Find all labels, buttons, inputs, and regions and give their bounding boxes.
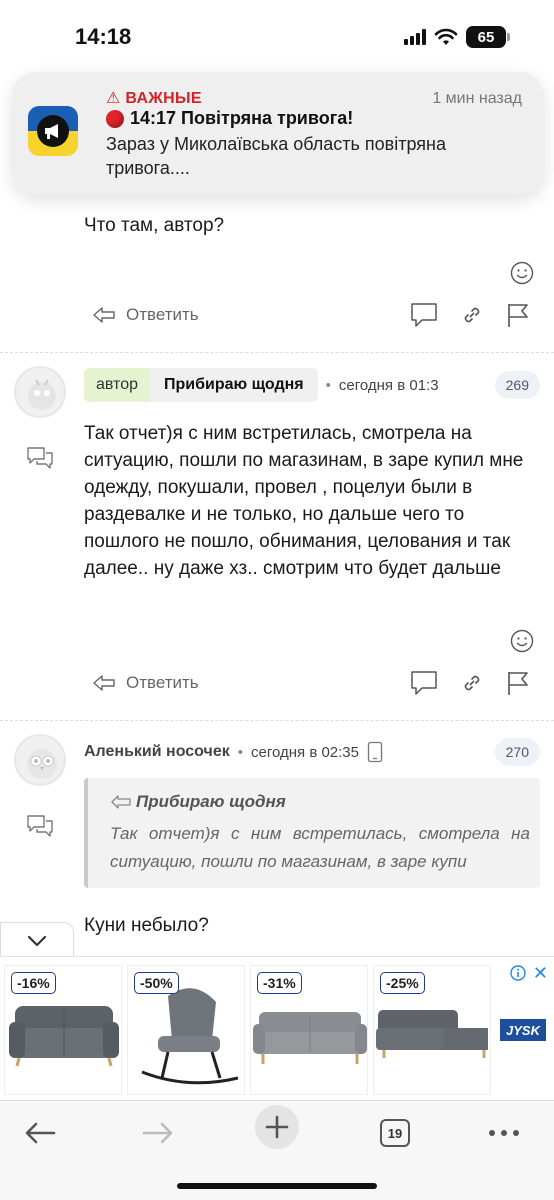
chevron-down-icon <box>27 935 47 946</box>
discount-badge: -16% <box>11 972 56 994</box>
emoji-reaction-icon[interactable] <box>510 629 534 653</box>
comment-timestamp: сегодня в 02:35 <box>251 743 359 761</box>
comment-text: Что там, автор? <box>84 215 225 236</box>
megaphone-icon <box>45 124 58 139</box>
ad-product-card[interactable]: -25% <box>373 965 491 1095</box>
new-tab-button[interactable] <box>253 1105 301 1149</box>
ad-product-card[interactable]: -16% <box>4 965 122 1095</box>
discount-badge: -50% <box>134 972 179 994</box>
comment-divider <box>0 720 554 721</box>
ad-info-icon[interactable] <box>510 965 526 981</box>
emoji-reaction-icon[interactable] <box>510 261 534 285</box>
comment-author[interactable]: Аленький носочек <box>84 743 230 761</box>
comment-icon[interactable] <box>410 302 438 328</box>
warning-icon: ⚠ <box>106 90 121 107</box>
owl-avatar-icon <box>27 749 57 779</box>
forward-button[interactable] <box>134 1113 182 1153</box>
mobile-device-icon <box>367 741 383 763</box>
ad-product-card[interactable]: -50% <box>127 965 245 1095</box>
push-notification[interactable]: ⚠ ВАЖНЫЕ 1 мин назад 14:17 Повітряна три… <box>12 72 544 194</box>
wifi-icon <box>434 28 458 45</box>
flag-icon[interactable] <box>506 302 530 328</box>
cellular-signal-icon <box>404 29 426 45</box>
comment-timestamp: сегодня в 01:3 <box>338 376 439 394</box>
status-time: 14:18 <box>75 24 132 49</box>
brand-logo[interactable]: JYSK <box>500 1019 546 1041</box>
link-icon[interactable] <box>460 671 484 695</box>
arrow-right-icon <box>142 1122 173 1144</box>
reply-button[interactable]: Ответить <box>92 673 199 693</box>
quote-author: Прибираю щодня <box>136 792 286 811</box>
bug-avatar-icon <box>28 379 56 410</box>
red-circle-icon <box>106 109 124 128</box>
link-icon[interactable] <box>460 303 484 327</box>
air-raid-alert-app-icon <box>28 106 78 156</box>
discount-badge: -31% <box>257 972 302 994</box>
arrow-left-icon <box>25 1122 56 1144</box>
battery-indicator: 65 <box>466 26 510 48</box>
quote-text: Так отчет)я с ним встретилась, смотрела … <box>110 824 530 871</box>
reply-arrow-icon <box>93 307 115 323</box>
comment-number[interactable]: 270 <box>494 738 540 766</box>
notification-title: 14:17 Повітряна тривога! <box>106 108 353 129</box>
collapse-ad-button[interactable] <box>0 922 74 958</box>
back-button[interactable] <box>16 1113 64 1153</box>
avatar[interactable] <box>14 366 66 418</box>
discount-badge: -25% <box>380 972 425 994</box>
status-bar: 14:18 65 <box>0 0 554 78</box>
tabs-count: 19 <box>380 1119 410 1147</box>
ad-close-button[interactable]: ✕ <box>533 963 548 984</box>
reply-button[interactable]: Ответить <box>92 305 199 325</box>
notification-time: 1 мин назад <box>432 90 522 107</box>
chat-bubbles-icon <box>27 447 53 469</box>
more-dots-icon <box>489 1130 519 1136</box>
plus-icon <box>265 1115 289 1139</box>
tabs-button[interactable]: 19 <box>371 1113 419 1153</box>
avatar[interactable] <box>14 734 66 786</box>
comment-divider <box>0 352 554 353</box>
quoted-comment[interactable]: Прибираю щодня Так отчет)я с ним встрети… <box>84 778 540 888</box>
ad-product-card[interactable]: -31% <box>250 965 368 1095</box>
comment-text: Куни небыло? <box>84 915 209 936</box>
comment-icon[interactable] <box>410 670 438 696</box>
flag-icon[interactable] <box>506 670 530 696</box>
more-menu-button[interactable] <box>480 1113 528 1153</box>
notification-body: Зараз у Миколаївська область повітряна т… <box>106 134 446 178</box>
comment-number[interactable]: 269 <box>494 371 540 399</box>
notification-priority-tag: ⚠ ВАЖНЫЕ <box>106 90 202 107</box>
ad-banner[interactable]: -16% -50% -31% -25% ✕ JYSK <box>0 956 554 1100</box>
author-badge: автор <box>84 368 150 402</box>
comment-meta: автор Прибираю щодня • сегодня в 01:3 <box>84 368 439 402</box>
comment-text: Так отчет)я с ним встретилась, смотрела … <box>84 423 524 579</box>
comment-author[interactable]: Прибираю щодня <box>150 368 318 402</box>
chat-bubbles-icon <box>27 815 53 837</box>
comment-meta: Аленький носочек • сегодня в 02:35 <box>84 741 383 763</box>
reply-arrow-icon <box>93 675 115 691</box>
home-indicator[interactable] <box>177 1183 377 1189</box>
reply-arrow-icon <box>111 795 131 809</box>
